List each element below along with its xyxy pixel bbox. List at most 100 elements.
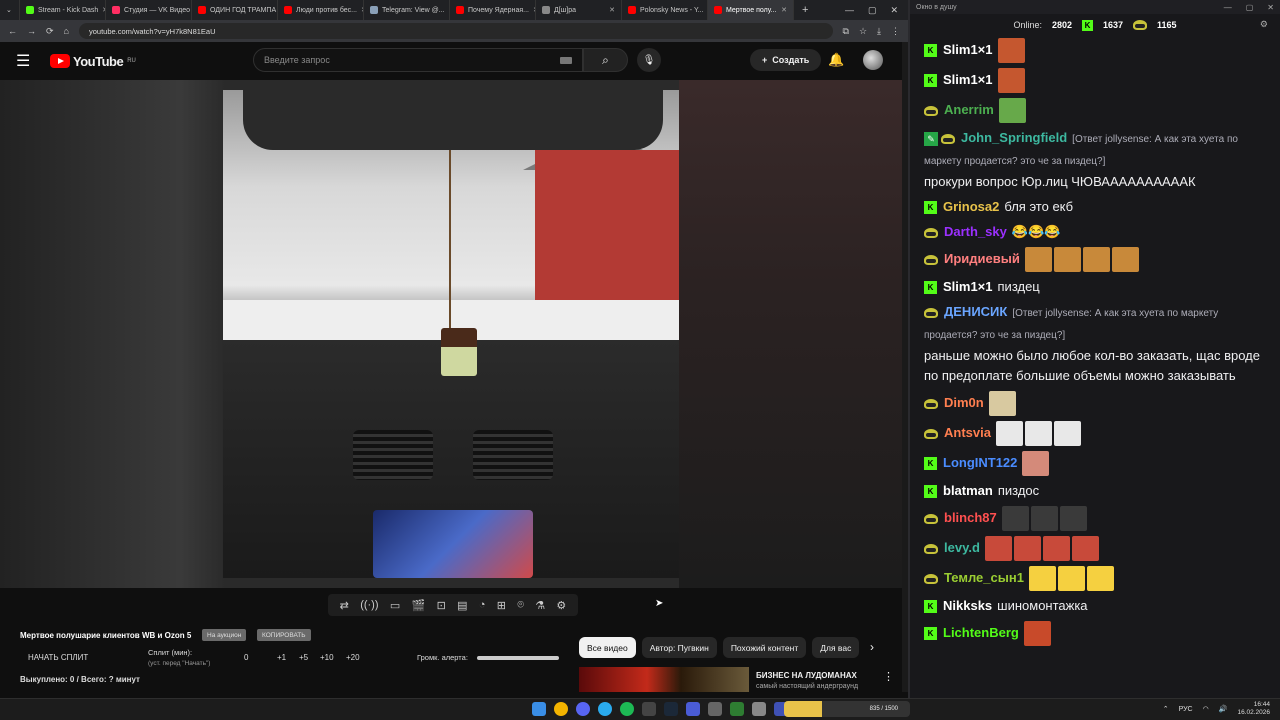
minimize-icon[interactable]: — [1224, 3, 1232, 12]
recommended-video[interactable]: БИЗНЕС НА ЛУДОМАНАХ самый настоящий анде… [579, 667, 899, 692]
split-plus1-button[interactable]: +1 [277, 653, 286, 662]
chat-username[interactable]: Slim1×1 [943, 42, 993, 57]
chat-username[interactable]: Grinosa2 [943, 199, 999, 214]
app-icon[interactable] [730, 702, 744, 716]
more-options-icon[interactable]: ⋮ [883, 670, 894, 683]
steam-icon[interactable] [664, 702, 678, 716]
chrome-icon[interactable] [554, 702, 568, 716]
telegram-icon[interactable] [598, 702, 612, 716]
browser-tab[interactable]: Люди против бес...✕ [278, 0, 364, 20]
create-button[interactable]: + Создать [750, 49, 822, 71]
loop-icon[interactable]: ⇄ [340, 599, 349, 612]
chip-similar[interactable]: Похожий контент [722, 637, 807, 658]
hamburger-menu-icon[interactable]: ☰ [16, 51, 40, 71]
screen-icon[interactable]: ▭ [390, 599, 400, 612]
app-icon[interactable] [686, 702, 700, 716]
chip-author[interactable]: Автор: Пугвкин [641, 637, 717, 658]
chat-username[interactable]: Slim1×1 [943, 279, 993, 294]
notifications-bell-icon[interactable]: 🔔 [828, 52, 844, 68]
keyboard-icon[interactable] [560, 56, 572, 64]
add-icon[interactable]: ⊞ [497, 599, 506, 612]
split-plus10-button[interactable]: +10 [320, 653, 334, 662]
chat-username[interactable]: levy.d [944, 540, 980, 555]
voice-search-button[interactable]: 🎙 [637, 48, 661, 72]
chat-username[interactable]: Slim1×1 [943, 72, 993, 87]
video-thumbnail[interactable] [579, 667, 749, 692]
maximize-icon[interactable]: ▢ [868, 5, 877, 16]
browser-tab[interactable]: Д[ш]ра ✕ [536, 0, 622, 20]
back-icon[interactable]: ← [8, 26, 17, 36]
download-icon[interactable]: ⤓ [877, 26, 881, 37]
close-icon[interactable]: ✕ [890, 5, 898, 16]
tab-close-icon[interactable]: ✕ [609, 6, 615, 14]
volume-icon[interactable]: 🔊 [1219, 705, 1228, 713]
split-plus20-button[interactable]: +20 [346, 653, 360, 662]
menu-icon[interactable]: ⋮ [891, 26, 900, 37]
chat-username[interactable]: Anerrim [944, 102, 994, 117]
avatar[interactable] [863, 50, 883, 70]
flask-icon[interactable]: ⚗ [535, 599, 545, 612]
search-input[interactable]: Введите запрос [253, 48, 583, 72]
film-icon[interactable]: ▤ [457, 599, 467, 612]
settings-icon[interactable]: ⚙ [556, 599, 566, 612]
app-icon[interactable] [708, 702, 722, 716]
copy-button[interactable]: КОПИРОВАТЬ [257, 629, 311, 641]
chevron-right-icon[interactable]: › [870, 640, 874, 654]
chat-username[interactable]: Antsvia [944, 425, 991, 440]
chat-username[interactable]: ДЕНИСИК [944, 304, 1007, 319]
maximize-icon[interactable]: ▢ [1246, 3, 1254, 12]
clock[interactable]: 16:44 16.02.2026 [1237, 701, 1270, 717]
frame-icon[interactable]: ⊡ [437, 599, 446, 612]
alert-volume-slider[interactable] [477, 656, 559, 660]
minimize-icon[interactable]: — [845, 5, 854, 16]
url-input[interactable]: youtube.com/watch?v=yH7k8N81EaU [78, 23, 833, 39]
close-icon[interactable]: ✕ [1267, 3, 1274, 12]
settings-icon[interactable]: ⚙ [1260, 19, 1268, 30]
chat-username[interactable]: LichtenBerg [943, 625, 1019, 640]
chat-username[interactable]: John_Springfield [961, 130, 1067, 145]
search-button[interactable]: ⌕ [583, 48, 628, 72]
tray-arrow-icon[interactable]: ⌃ [1163, 705, 1169, 713]
chat-username[interactable]: Темле_сын1 [944, 570, 1024, 585]
auction-button[interactable]: На аукцион [202, 629, 247, 641]
camera-icon[interactable]: ⌾ [517, 599, 524, 612]
bookmark-icon[interactable]: ☆ [859, 26, 867, 37]
browser-tab[interactable]: Telegram: View @...✕ [364, 0, 450, 20]
obs-icon[interactable] [642, 702, 656, 716]
start-icon[interactable] [532, 702, 546, 716]
start-split-button[interactable]: НАЧАТЬ СПЛИТ [28, 653, 88, 662]
browser-tab[interactable]: Stream - Kick Dash✕ [20, 0, 106, 20]
language-indicator[interactable]: РУС [1179, 706, 1193, 713]
browser-tab[interactable]: Polonsky News - Y...✕ [622, 0, 708, 20]
youtube-logo[interactable]: YouTube RU [50, 54, 136, 69]
wifi-icon[interactable]: ◠ [1203, 705, 1209, 713]
clapper-icon[interactable]: 🎬 [412, 599, 426, 612]
reload-icon[interactable]: ⟳ [46, 26, 54, 37]
chat-username[interactable]: Иридиевый [944, 251, 1020, 266]
chat-username[interactable]: Dim0n [944, 395, 984, 410]
new-tab-button[interactable]: + [794, 4, 816, 16]
chip-for-you[interactable]: Для вас [812, 637, 860, 658]
broadcast-icon[interactable]: ((·)) [360, 599, 378, 611]
browser-tab[interactable]: Студия — VK Видео✕ [106, 0, 192, 20]
tab-list-icon[interactable]: ⌄ [0, 0, 20, 20]
chat-username[interactable]: LongINT122 [943, 455, 1017, 470]
chip-all-videos[interactable]: Все видео [579, 637, 636, 658]
split-plus5-button[interactable]: +5 [299, 653, 308, 662]
chat-username[interactable]: Nikksks [943, 598, 992, 613]
video-player[interactable] [0, 80, 902, 588]
spotify-icon[interactable] [620, 702, 634, 716]
chat-username[interactable]: blinch87 [944, 510, 997, 525]
reco-title[interactable]: БИЗНЕС НА ЛУДОМАНАХ [756, 671, 857, 680]
tab-close-icon[interactable]: ✕ [781, 6, 787, 14]
browser-tab[interactable]: ОДИН ГОД ТРАМПА✕ [192, 0, 278, 20]
split-value-0[interactable]: 0 [244, 653, 248, 662]
video-frame[interactable] [223, 90, 679, 578]
discord-icon[interactable] [576, 702, 590, 716]
speed-icon[interactable]: ◔ [479, 599, 486, 611]
browser-tab[interactable]: Почему Ядерная...✕ [450, 0, 536, 20]
extensions-icon[interactable]: ⧉ [843, 26, 849, 37]
chat-username[interactable]: blatman [943, 483, 993, 498]
chat-username[interactable]: Darth_sky [944, 224, 1007, 239]
forward-icon[interactable]: → [27, 26, 36, 36]
